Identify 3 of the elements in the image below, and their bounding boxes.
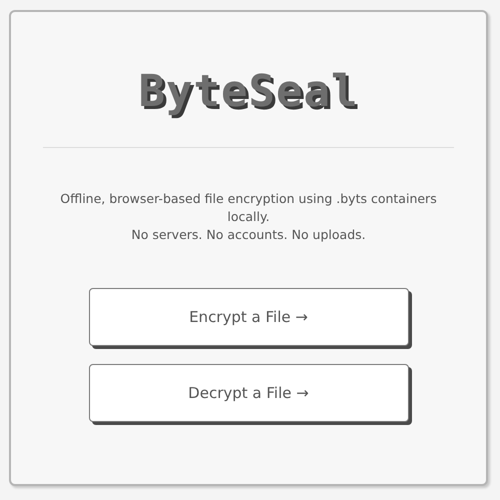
description-text: No servers. No accounts. No uploads. <box>130 226 367 244</box>
description-text: Offline, browser-based file encryption using .byts containers locally. <box>59 190 438 226</box>
app-title: ByteSeal <box>138 68 358 116</box>
